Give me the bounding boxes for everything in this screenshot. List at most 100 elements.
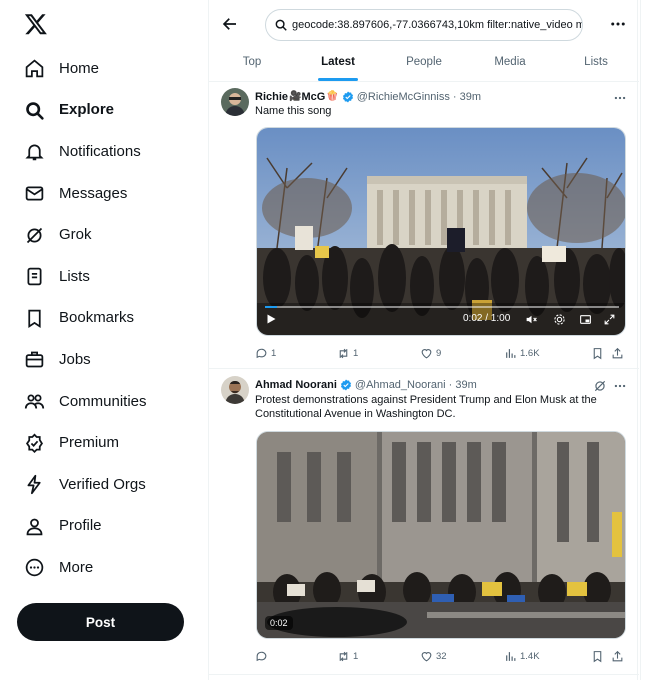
post-button[interactable]: Post [17,603,184,641]
search-header [209,6,639,46]
briefcase-icon [25,352,44,368]
like-button[interactable]: 9 [420,345,504,361]
tab-media[interactable]: Media [467,46,553,81]
search-icon [26,102,44,120]
tab-lists[interactable]: Lists [553,46,639,81]
person-icon [26,518,43,536]
premium-icon [25,433,43,453]
share-button[interactable] [611,345,624,361]
lightning-icon [27,475,41,495]
nav-label-grok: Grok [59,226,92,244]
more-options-icon[interactable] [613,91,627,105]
video-player[interactable]: 0:02 / 1:00 [256,127,626,336]
nav-label-home: Home [59,59,100,77]
nav-label-explore: Explore [59,101,115,119]
tweet-actions: 1 32 1.4K [255,648,627,664]
retweet-count: 1 [353,650,359,662]
separator-dot: · [445,379,456,391]
tweet-time[interactable]: 39m [460,90,481,104]
author-name[interactable]: Richie [255,90,288,104]
share-button[interactable] [611,648,624,664]
grok-icon [26,227,43,243]
retweet-icon [339,651,348,661]
nav-jobs[interactable]: Jobs [24,339,147,381]
more-options-icon[interactable] [609,15,627,33]
bookmark-button[interactable] [591,648,611,664]
nav-label-profile: Profile [59,517,102,535]
author-name-suffix[interactable]: McG [301,90,325,104]
author-name[interactable]: Ahmad Noorani [255,378,337,392]
search-box[interactable] [265,9,583,41]
tweet[interactable]: Richie 🎥 McG 🍿 @RichieMcGinniss · 39m Na… [209,82,639,369]
nav-notifications[interactable]: Notifications [24,131,147,173]
nav-label-verified-orgs: Verified Orgs [59,475,146,493]
main-column: Top Latest People Media Lists Richie 🎥 M… [208,0,639,680]
nav-bookmarks[interactable]: Bookmarks [24,298,147,340]
back-arrow-icon[interactable] [221,15,239,33]
nav-explore[interactable]: Explore [24,90,147,132]
tab-top[interactable]: Top [209,46,295,81]
tweet-time[interactable]: 39m [455,378,476,392]
mute-icon[interactable] [525,313,538,326]
nav-verified-orgs[interactable]: Verified Orgs [24,464,147,506]
settings-icon[interactable] [553,313,566,326]
retweet-icon [339,348,348,358]
video-controls: 0:02 / 1:00 [257,303,625,335]
people-icon [24,394,45,409]
nav-communities[interactable]: Communities [24,381,147,423]
nav-messages[interactable]: Messages [24,173,147,215]
verified-badge-icon [342,91,353,103]
nav-label-bookmarks: Bookmarks [59,309,135,327]
avatar[interactable] [221,376,249,404]
more-options-icon[interactable] [613,379,627,393]
reply-button[interactable]: 1 [255,345,337,361]
home-icon [25,59,44,78]
author-handle[interactable]: @Ahmad_Noorani [355,378,446,392]
tweet-text: Name this song [255,105,332,117]
avatar[interactable] [221,88,249,116]
heart-icon [421,651,432,661]
fullscreen-icon[interactable] [603,313,616,326]
x-logo-icon[interactable] [24,12,48,36]
video-duration-badge: 0:02 [265,616,293,630]
bookmark-button[interactable] [591,345,611,361]
play-icon[interactable] [265,313,277,325]
picture-in-picture-icon[interactable] [579,313,592,326]
camera-emoji-icon: 🎥 [289,91,302,102]
popcorn-emoji-icon: 🍿 [326,91,339,102]
views-button[interactable]: 1.4K [504,648,591,664]
nav-label-more: More [59,558,94,576]
nav-profile[interactable]: Profile [24,506,147,548]
nav-home[interactable]: Home [24,48,147,90]
retweet-button[interactable]: 1 [337,345,420,361]
nav-grok[interactable]: Grok [24,214,147,256]
nav-more[interactable]: More [24,547,147,589]
sidebar: Home Explore Notifications Messages Grok… [0,0,208,680]
like-button[interactable]: 32 [420,648,504,664]
reply-count: 1 [271,347,277,359]
views-button[interactable]: 1.6K [504,345,591,361]
bell-icon [25,145,44,161]
search-input[interactable] [292,19,582,31]
nav-label-lists: Lists [59,267,90,285]
nav-label-messages: Messages [59,184,128,202]
tweet[interactable]: Ahmad Noorani @Ahmad_Noorani · 39m Prote… [209,370,639,675]
like-count: 9 [436,347,442,359]
grok-icon[interactable] [593,379,607,393]
video-frame [257,432,625,638]
retweet-button[interactable]: 1 [337,648,420,664]
verified-badge-icon [340,379,352,391]
nav-lists[interactable]: Lists [24,256,147,298]
share-icon [612,347,623,358]
nav-premium[interactable]: Premium [24,422,147,464]
right-column-edge [640,0,663,680]
reply-button[interactable] [255,648,337,664]
primary-nav: Home Explore Notifications Messages Grok… [24,48,147,589]
tweet-text: Protest demonstrations against President… [255,394,597,420]
video-player[interactable]: 0:02 [256,431,626,639]
tab-latest[interactable]: Latest [295,46,381,81]
video-time: 0:02 / 1:00 [463,313,511,324]
tab-people[interactable]: People [381,46,467,81]
author-handle[interactable]: @RichieMcGinniss [357,90,450,104]
reply-icon [256,348,267,358]
